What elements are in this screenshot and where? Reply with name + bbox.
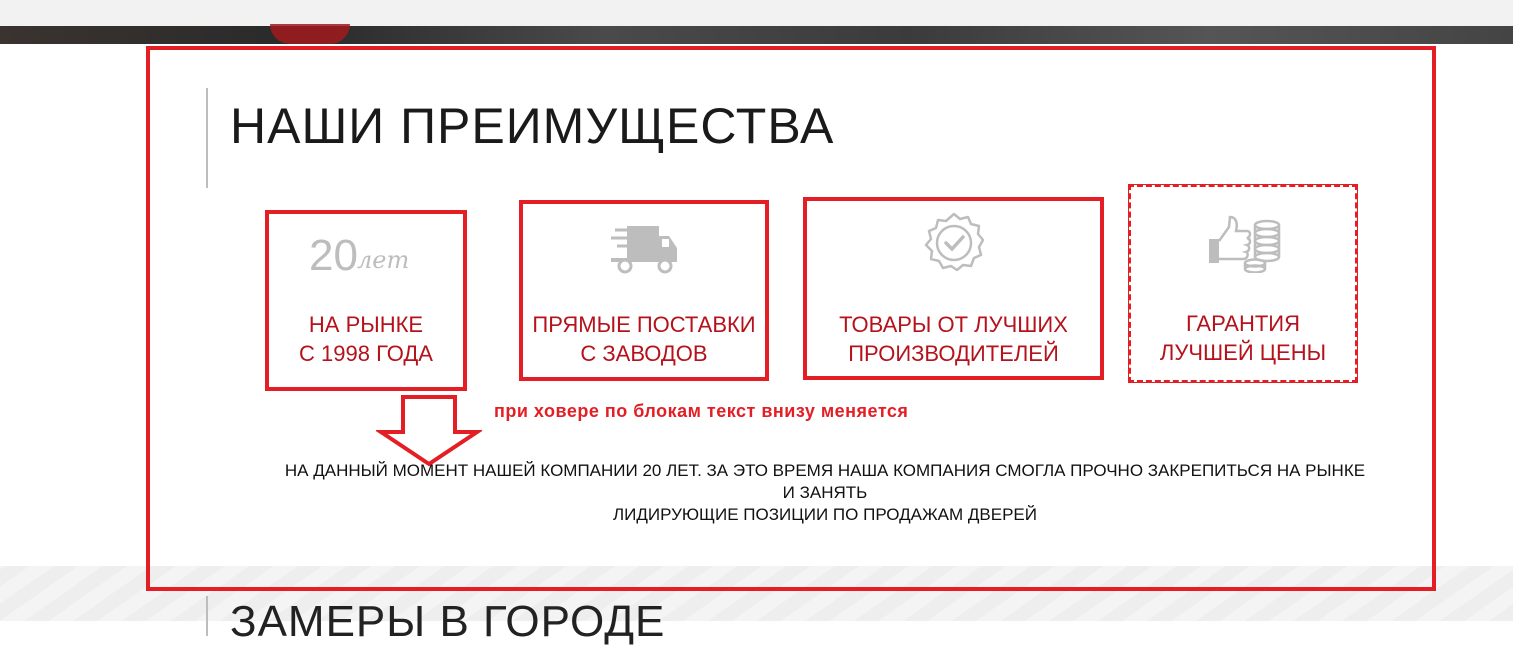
description-line-1: НА ДАННЫЙ МОМЕНТ НАШЕЙ КОМПАНИИ 20 ЛЕТ. … bbox=[284, 461, 1366, 502]
quality-badge-icon bbox=[922, 211, 986, 275]
card-label: НА РЫНКЕ С 1998 ГОДА bbox=[269, 310, 463, 368]
description-line-2: ЛИДИРУЮЩИЕ ПОЗИЦИИ ПО ПРОДАЖАМ ДВЕРЕЙ bbox=[613, 505, 1037, 524]
card-label-line-2: ЛУЧШЕЙ ЦЕНЫ bbox=[1159, 340, 1327, 365]
card-label-line-2: ПРОИЗВОДИТЕЛЕЙ bbox=[848, 341, 1059, 366]
card-label-line-1: НА РЫНКЕ bbox=[308, 312, 424, 337]
delivery-truck-icon bbox=[609, 222, 679, 276]
card-label-line-2: С ЗАВОДОВ bbox=[580, 341, 708, 366]
svg-text:лет: лет bbox=[357, 246, 409, 274]
years-icon: 20 лет bbox=[301, 228, 431, 280]
advantage-card-best-price[interactable]: ГАРАНТИЯ ЛУЧШЕЙ ЦЕНЫ bbox=[1128, 184, 1358, 383]
card-label-line-1: ТОВАРЫ ОТ ЛУЧШИХ bbox=[839, 312, 1068, 337]
thumbs-up-coins-icon bbox=[1203, 213, 1283, 274]
card-label: ГАРАНТИЯ ЛУЧШЕЙ ЦЕНЫ bbox=[1131, 309, 1355, 367]
advantage-card-market-years[interactable]: 20 лет НА РЫНКЕ С 1998 ГОДА bbox=[265, 210, 467, 391]
advantage-card-direct-supply[interactable]: ПРЯМЫЕ ПОСТАВКИ С ЗАВОДОВ bbox=[519, 200, 769, 381]
svg-text:20: 20 bbox=[309, 231, 358, 278]
next-section-heading: ЗАМЕРЫ В ГОРОДЕ bbox=[206, 596, 665, 646]
annotation-hover-note: при ховере по блокам текст внизу меняетс… bbox=[494, 401, 909, 421]
card-label: ПРЯМЫЕ ПОСТАВКИ С ЗАВОДОВ bbox=[523, 310, 765, 368]
card-label: ТОВАРЫ ОТ ЛУЧШИХ ПРОИЗВОДИТЕЛЕЙ bbox=[807, 310, 1100, 368]
hero-photo-strip bbox=[0, 0, 1513, 44]
hero-photo-red-detail bbox=[270, 24, 350, 44]
card-label-line-2: С 1998 ГОДА bbox=[299, 341, 433, 366]
hero-photo-bottom-edge bbox=[0, 26, 1513, 44]
advantage-description: НА ДАННЫЙ МОМЕНТ НАШЕЙ КОМПАНИИ 20 ЛЕТ. … bbox=[280, 460, 1370, 526]
section-heading: НАШИ ПРЕИМУЩЕСТВА bbox=[206, 88, 834, 188]
card-label-line-1: ПРЯМЫЕ ПОСТАВКИ bbox=[532, 312, 756, 337]
advantage-card-best-manufacturers[interactable]: ТОВАРЫ ОТ ЛУЧШИХ ПРОИЗВОДИТЕЛЕЙ bbox=[803, 197, 1104, 380]
card-label-line-1: ГАРАНТИЯ bbox=[1185, 311, 1301, 336]
